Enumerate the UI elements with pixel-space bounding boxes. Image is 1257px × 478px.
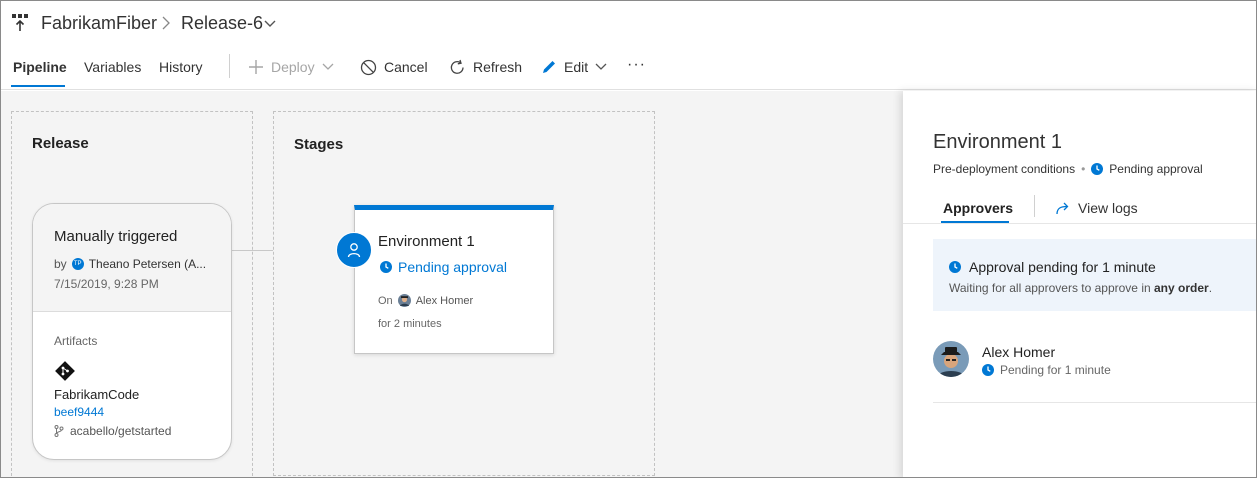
environment-status-label: Pending approval [398,259,507,275]
release-heading: Release [32,135,89,152]
release-breadcrumb[interactable]: Release-6 [181,13,263,34]
view-logs-label: View logs [1078,200,1138,216]
tab-pipeline[interactable]: Pipeline [13,59,67,75]
refresh-button[interactable]: Refresh [449,56,522,78]
edit-label: Edit [564,59,589,75]
environment-on: On Alex Homer [378,294,473,307]
environment-status[interactable]: Pending approval [380,259,507,275]
approver-status-label: Pending for 1 minute [1000,363,1111,377]
active-tab-indicator [11,85,65,87]
approver-badge[interactable] [336,232,372,268]
release-pipeline-icon [12,14,28,31]
panel-subtitle-prefix: Pre-deployment conditions [933,162,1076,176]
git-icon [55,361,75,381]
view-logs-button[interactable]: View logs [1055,200,1138,216]
pipeline-canvas: Release Stages Manually triggered by TP … [1,91,903,477]
edit-button[interactable]: Edit [541,56,607,78]
more-icon: ··· [627,56,646,73]
banner-title: Approval pending for 1 minute [949,259,1156,275]
clock-icon [982,364,994,376]
branch-icon [54,425,64,437]
artifact-branch: acabello/getstarted [54,424,171,438]
on-user: Alex Homer [415,294,474,307]
page-header: FabrikamFiber Release-6 [1,1,1256,45]
active-tab-indicator [941,221,1009,223]
environment-card[interactable] [354,205,554,354]
release-date: 7/15/2019, 9:28 PM [54,277,159,291]
tab-divider [1034,195,1035,217]
approver-row[interactable]: Alex Homer Pending for 1 minute [933,326,1256,403]
artifact-branch-name: acabello/getstarted [70,424,172,438]
pipeline-connector [231,250,273,251]
panel-subtitle: Pre-deployment conditions • Pending appr… [933,162,1203,176]
deploy-button[interactable]: Deploy [248,56,334,78]
artifacts-label: Artifacts [54,334,98,348]
environment-duration: for 2 minutes [378,318,442,330]
person-icon [347,243,361,258]
stages-heading: Stages [294,136,344,153]
clock-icon [380,261,392,273]
share-arrow-icon [1056,202,1069,215]
chevron-right-icon [162,16,170,30]
avatar [933,341,969,377]
tab-approvers[interactable]: Approvers [943,200,1013,216]
refresh-label: Refresh [473,59,523,75]
on-prefix: On [378,294,393,307]
tab-variables[interactable]: Variables [84,59,141,75]
chevron-down-icon [322,63,334,70]
approval-banner: Approval pending for 1 minute Waiting fo… [933,239,1256,311]
tab-history[interactable]: History [159,59,203,75]
triggered-by: by TP Theano Petersen (A... [54,257,206,271]
banner-text-bold: any order [1154,281,1209,295]
user-avatar [397,294,411,307]
artifact-name: FabrikamCode [54,387,140,402]
refresh-icon [450,59,464,74]
panel-subtitle-status: Pending approval [1109,162,1203,176]
separator-dot: • [1081,162,1086,176]
panel-tabs: Approvers View logs [903,191,1256,224]
banner-title-text: Approval pending for 1 minute [969,259,1156,275]
cancel-button[interactable]: Cancel [360,56,428,78]
plus-icon [249,60,263,74]
chevron-down-icon [595,63,607,70]
chevron-down-icon[interactable] [264,20,276,28]
environment-name: Environment 1 [378,233,475,250]
release-card[interactable]: Manually triggered by TP Theano Petersen… [32,203,232,460]
more-actions-button[interactable]: ··· [627,54,646,76]
cancel-icon [360,59,377,75]
by-prefix: by [54,257,67,271]
cancel-label: Cancel [384,59,428,75]
release-page: FabrikamFiber Release-6 Pipeline Variabl… [0,0,1257,478]
trigger-text: Manually triggered [54,228,178,245]
banner-text-before: Waiting for all approvers to approve in [949,281,1154,295]
clock-icon [1091,163,1104,175]
avatar: TP [71,258,84,270]
details-panel: Environment 1 Pre-deployment conditions … [903,91,1256,477]
clock-icon [949,261,961,273]
artifact-commit-link[interactable]: beef9444 [54,405,104,419]
approver-status: Pending for 1 minute [982,363,1111,377]
deploy-label: Deploy [271,59,315,75]
banner-text: Waiting for all approvers to approve in … [949,281,1212,295]
toolbar-divider [229,54,230,78]
pencil-icon [543,61,555,73]
approver-name: Alex Homer [982,344,1056,360]
project-breadcrumb[interactable]: FabrikamFiber [41,13,157,34]
triggered-by-name: Theano Petersen (A... [88,257,207,271]
banner-text-after: . [1208,281,1213,295]
panel-title: Environment 1 [933,131,1062,153]
toolbar: Pipeline Variables History Deploy Cancel… [1,45,1256,90]
